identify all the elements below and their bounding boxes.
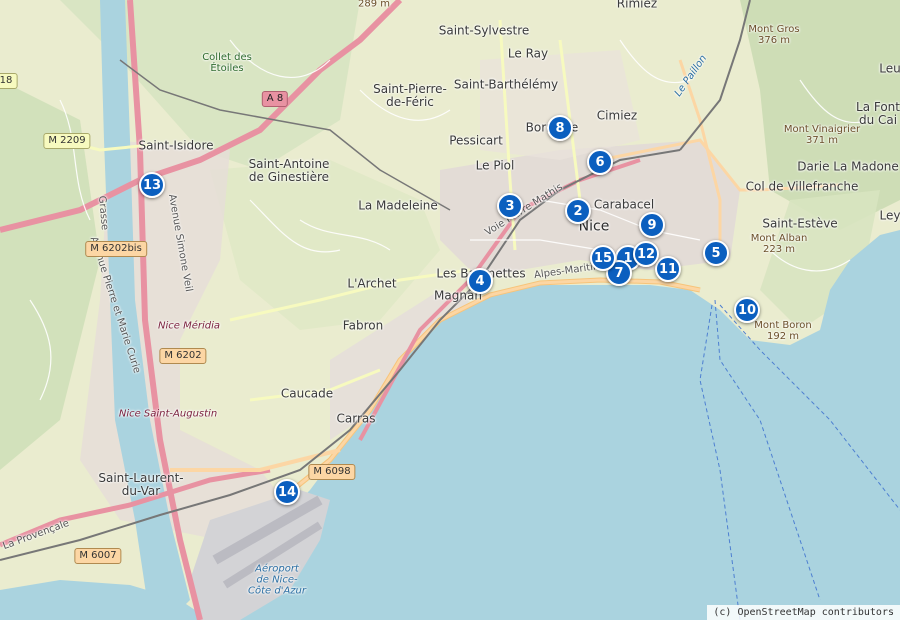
- place-saint-antoine: Saint-Antoine de Ginestière: [248, 156, 330, 184]
- map-marker-9[interactable]: 9: [639, 212, 665, 238]
- place-darie: Darie La Madone: [797, 159, 899, 174]
- shield-m6202: M 6202: [159, 348, 207, 364]
- place-col-de-villefranche: Col de Villefranche: [745, 179, 859, 194]
- airport-label: Aéroport de Nice- Côte d'Azur: [248, 563, 306, 597]
- map-base-layer: [0, 0, 900, 620]
- place-la-madeleine: La Madeleine: [358, 198, 438, 213]
- map-attribution[interactable]: (c) OpenStreetMap contributors: [707, 605, 900, 620]
- shield-m6007: M 6007: [74, 548, 122, 564]
- place-saint-barthelemy: Saint-Barthélémy: [453, 77, 559, 92]
- map-marker-2[interactable]: 2: [565, 198, 591, 224]
- shield-m6202bis: M 6202bis: [85, 241, 147, 257]
- place-saint-sylvestre: Saint-Sylvestre: [438, 23, 530, 38]
- map-marker-12[interactable]: 12: [633, 241, 659, 267]
- place-caucade: Caucade: [280, 386, 334, 401]
- place-rimiez: Rimiez: [616, 0, 658, 11]
- station-nice-saint-augustin: Nice Saint-Augustin: [118, 408, 218, 420]
- map-marker-10[interactable]: 10: [734, 297, 760, 323]
- place-le-piol: Le Piol: [475, 158, 515, 173]
- altitude-289: 289 m: [357, 0, 391, 10]
- place-carras: Carras: [336, 411, 376, 426]
- place-saint-pierre-de-feric: Saint-Pierre- de-Féric: [373, 81, 447, 109]
- map-marker-4[interactable]: 4: [467, 268, 493, 294]
- peak-mont-alban: Mont Alban 223 m: [750, 233, 808, 255]
- place-carabacel: Carabacel: [593, 197, 655, 212]
- shield-a8: A 8: [261, 91, 289, 107]
- place-cimiez: Cimiez: [596, 108, 638, 123]
- shield-m2209: M 2209: [43, 133, 91, 149]
- place-larchet: L'Archet: [347, 276, 397, 291]
- map-marker-11[interactable]: 11: [655, 256, 681, 282]
- place-fabron: Fabron: [342, 318, 384, 333]
- map-marker-8[interactable]: 8: [547, 115, 573, 141]
- station-nice-meridia: Nice Méridia: [157, 320, 221, 332]
- place-pessicart: Pessicart: [449, 133, 503, 148]
- map-marker-15[interactable]: 15: [590, 245, 616, 271]
- shield-18: 18: [0, 73, 18, 89]
- peak-mont-gros: Mont Gros 376 m: [748, 24, 800, 46]
- map-canvas[interactable]: Saint-Sylvestre Le Ray Rimiez Saint-Bart…: [0, 0, 900, 620]
- map-marker-6[interactable]: 6: [587, 149, 613, 175]
- place-ley: Ley: [879, 208, 900, 223]
- place-la-fontaine: La Font du Cai: [856, 99, 900, 127]
- place-saint-esteve: Saint-Estève: [762, 216, 838, 231]
- place-leu: Leu: [879, 61, 900, 76]
- place-saint-isidore: Saint-Isidore: [138, 138, 214, 153]
- place-le-ray: Le Ray: [507, 46, 549, 61]
- map-marker-14[interactable]: 14: [274, 479, 300, 505]
- map-marker-5[interactable]: 5: [703, 240, 729, 266]
- map-marker-13[interactable]: 13: [139, 172, 165, 198]
- peak-mont-vinaigrier: Mont Vinaigrier 371 m: [783, 124, 861, 146]
- map-marker-3[interactable]: 3: [497, 193, 523, 219]
- place-saint-laurent: Saint-Laurent- du-Var: [98, 470, 184, 498]
- shield-m6098: M 6098: [308, 464, 356, 480]
- peak-mont-boron: Mont Boron 192 m: [754, 320, 812, 342]
- place-collet-des-etoiles: Collet des Étoiles: [202, 52, 252, 74]
